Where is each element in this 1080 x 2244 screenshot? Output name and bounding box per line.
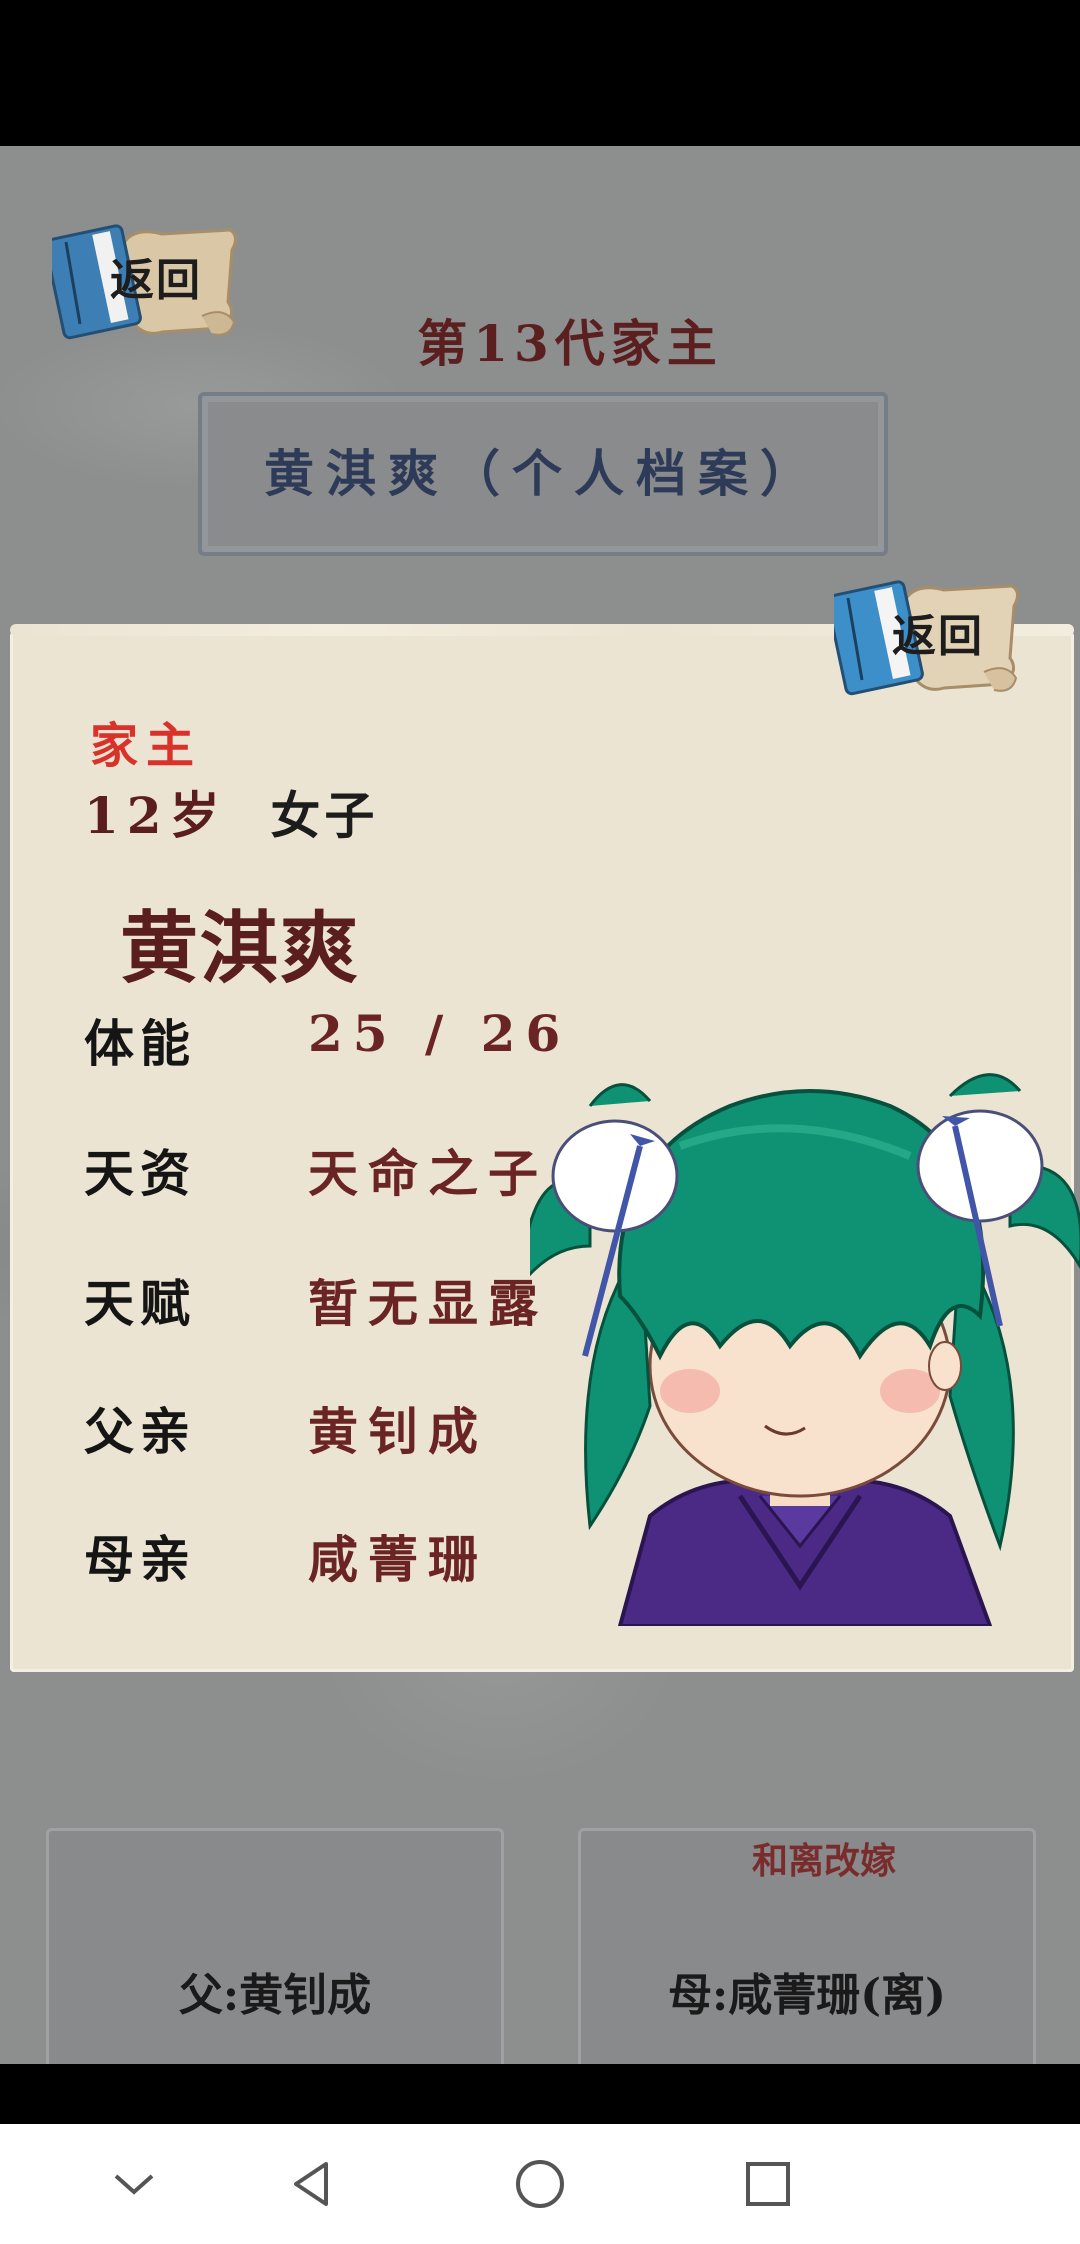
remarry-link[interactable]: 和离改嫁 <box>752 1832 896 1884</box>
circle-home-icon[interactable] <box>510 2154 570 2214</box>
back-button-panel[interactable]: 返回 <box>834 562 1024 702</box>
game-screen: 返回 第13代家主 黄淇爽（个人档案） 返回 家主 12岁 女子 黄淇爽 体能 … <box>0 146 1080 2064</box>
stat-value: 咸菁珊 <box>308 1530 488 1589</box>
mother-button-label: 母:咸菁珊(离) <box>668 1970 946 2021</box>
father-button[interactable]: 父:黄钊成 <box>46 1828 504 2064</box>
system-navigation-bar <box>0 2124 1080 2244</box>
stat-label: 母亲 <box>84 1530 196 1589</box>
stat-value: 暂无显露 <box>308 1274 548 1333</box>
name-banner: 黄淇爽（个人档案） <box>198 392 888 556</box>
chevron-down-icon[interactable] <box>104 2154 164 2214</box>
stat-label: 父亲 <box>84 1402 196 1461</box>
role-label: 家主 <box>90 718 203 774</box>
stat-value: 黄钊成 <box>308 1402 488 1461</box>
status-bar <box>0 0 1080 146</box>
character-name: 黄淇爽 <box>120 903 361 994</box>
square-recent-icon[interactable] <box>738 2154 798 2214</box>
back-label-top: 返回 <box>110 255 202 306</box>
age-value: 12岁 <box>84 786 228 845</box>
stat-label: 体能 <box>84 1014 196 1073</box>
black-bar <box>0 2064 1080 2124</box>
stat-value: 天命之子 <box>308 1144 548 1203</box>
back-label-panel: 返回 <box>892 611 984 662</box>
age-sex: 12岁 女子 <box>84 776 378 848</box>
triangle-back-icon[interactable] <box>282 2154 342 2214</box>
sex-value: 女子 <box>270 786 379 845</box>
father-button-label: 父:黄钊成 <box>178 1970 372 2021</box>
stat-label: 天资 <box>84 1144 196 1203</box>
stat-label: 天赋 <box>84 1274 196 1333</box>
name-banner-text: 黄淇爽（个人档案） <box>264 444 822 503</box>
character-portrait <box>530 1073 1080 1626</box>
generation-title: 第13代家主 <box>417 314 723 373</box>
